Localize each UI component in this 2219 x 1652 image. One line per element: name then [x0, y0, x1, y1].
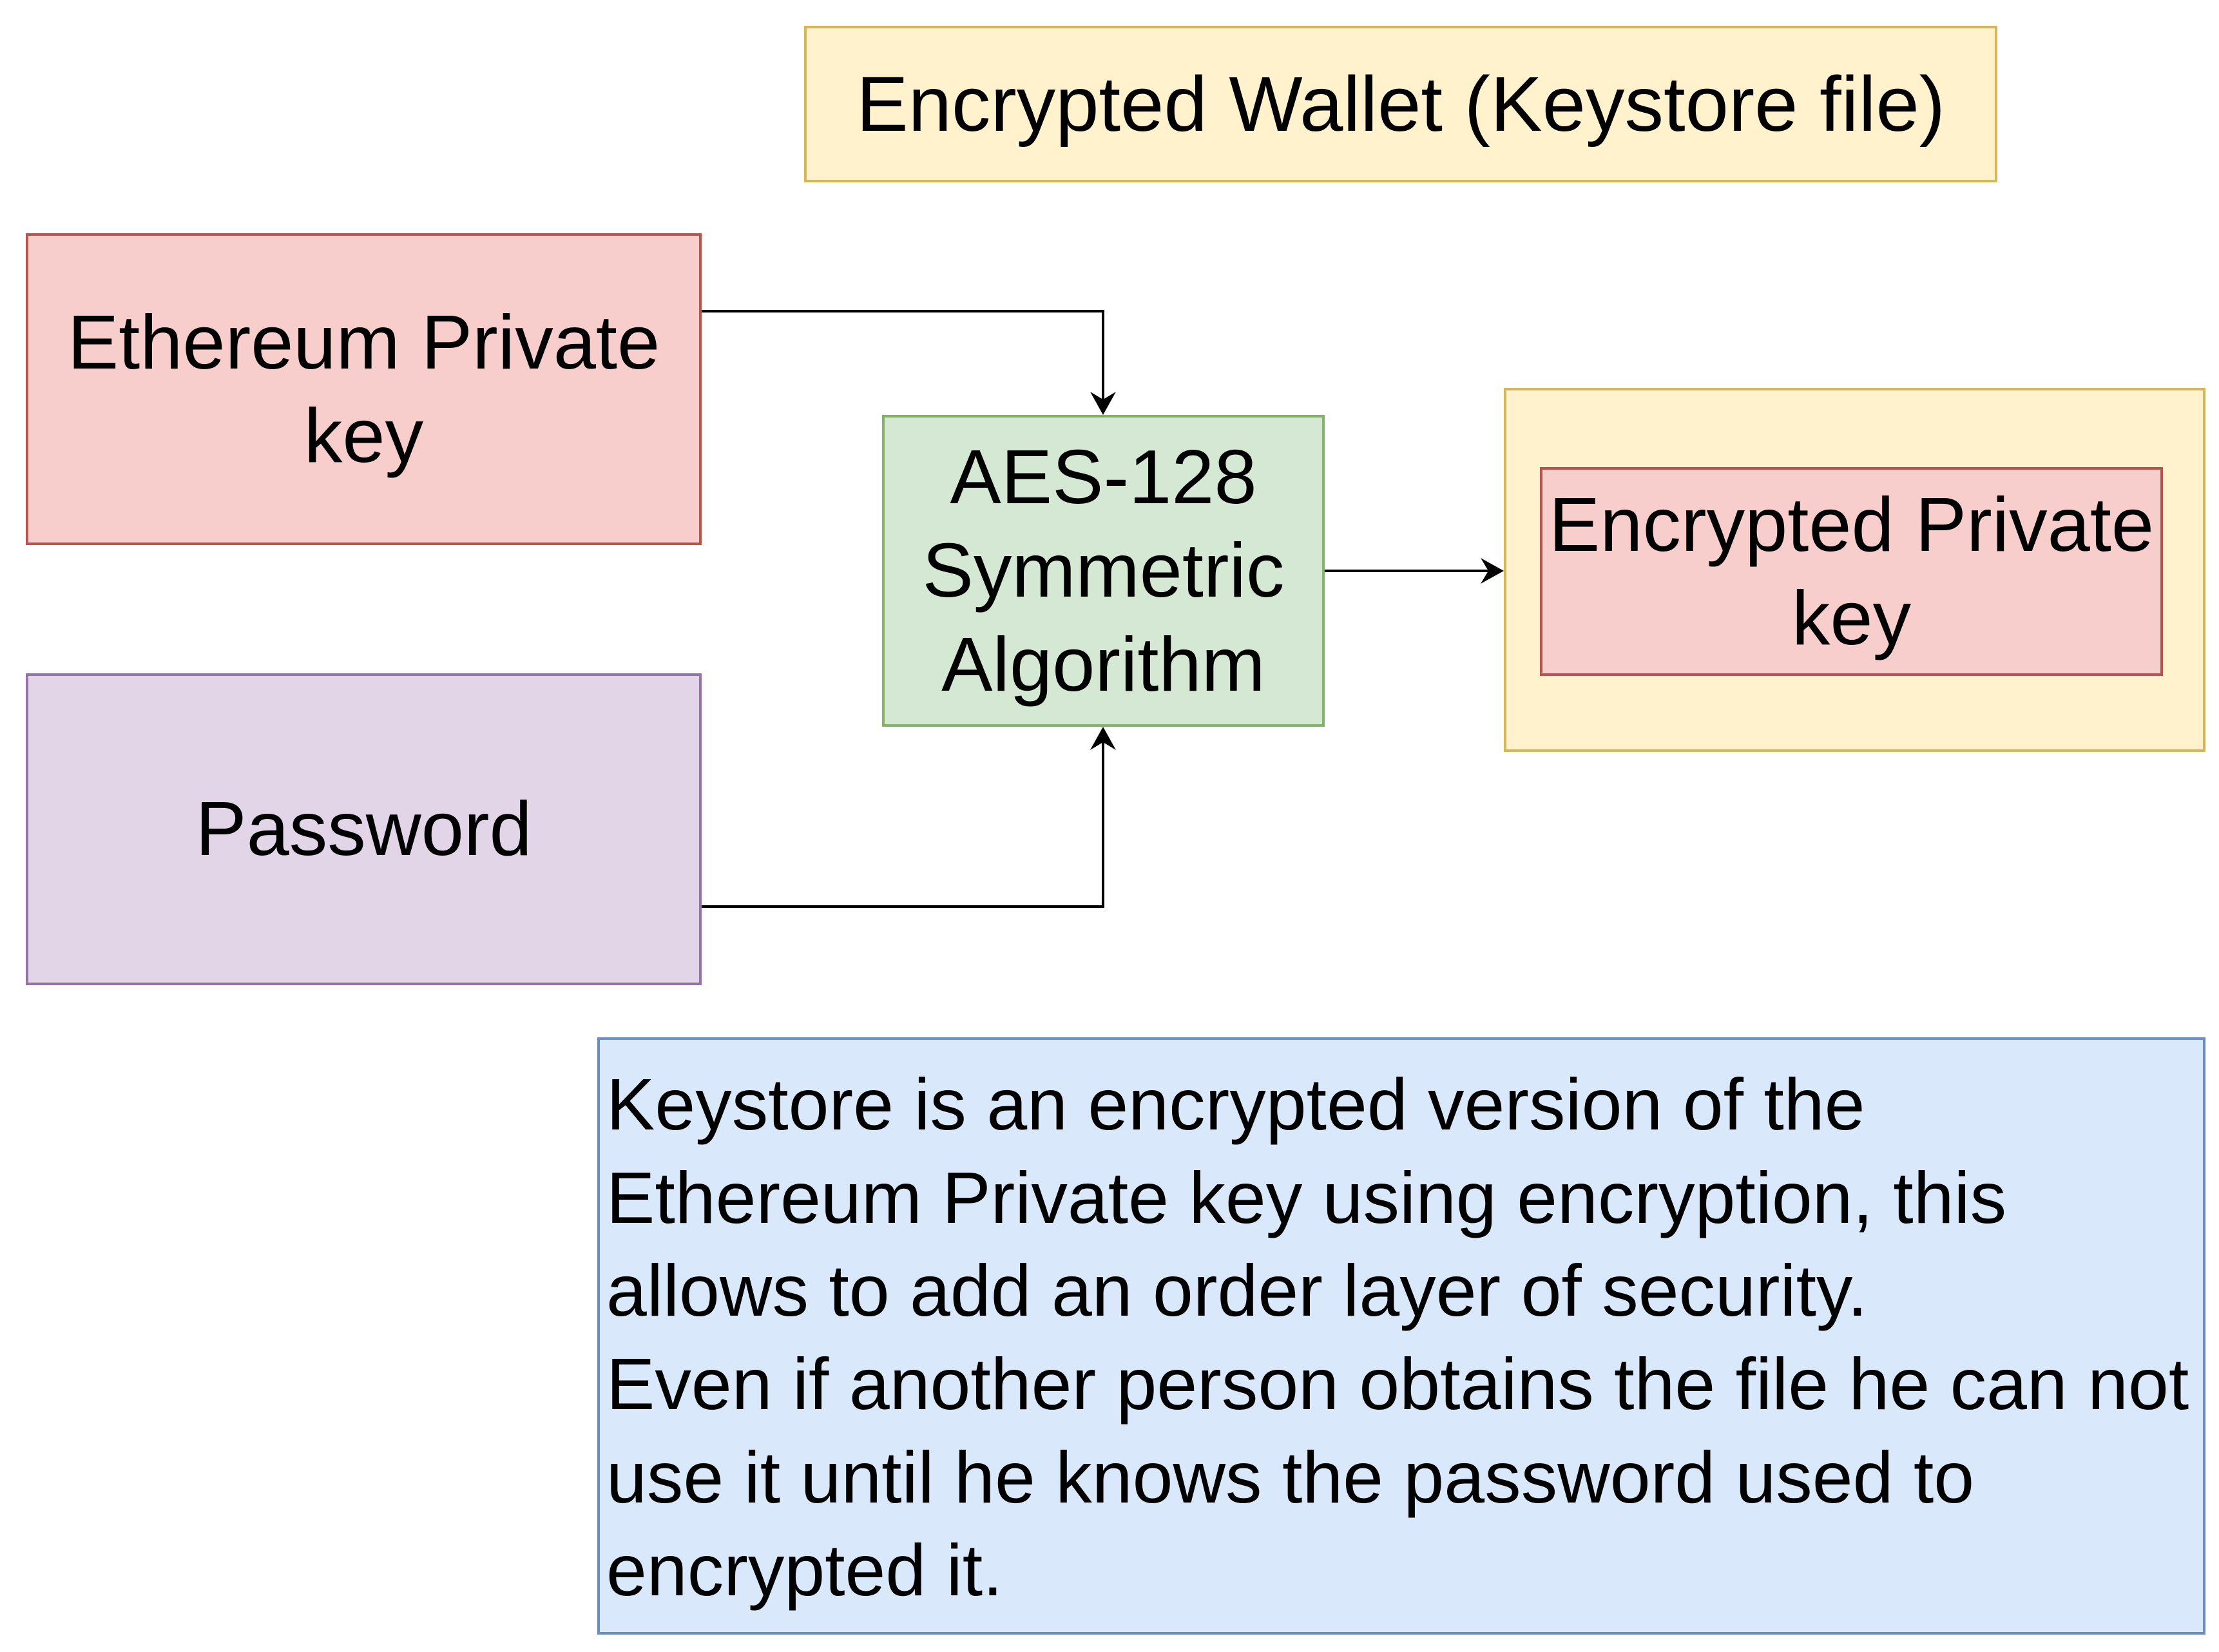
edge-private-key-to-aes: [702, 310, 1104, 401]
ethereum-private-key-box: Ethereum Private key: [26, 233, 702, 545]
aes-algorithm-box: AES-128 Symmetric Algorithm: [882, 415, 1325, 727]
explanation-paragraph-1: Keystore is an encrypted version of the …: [606, 1064, 2007, 1332]
arrowhead-private-key-to-aes: [1090, 392, 1116, 415]
arrowhead-aes-to-keystore: [1481, 558, 1504, 584]
password-label: Password: [195, 786, 532, 872]
explanation-note: Keystore is an encrypted version of the …: [597, 1037, 2205, 1635]
edge-password-to-aes: [702, 741, 1104, 908]
encrypted-private-key-line-1: Encrypted Private: [1548, 481, 2155, 568]
encrypted-private-key-box: Encrypted Private key: [1540, 467, 2163, 676]
aes-algorithm-label: AES-128 Symmetric Algorithm: [923, 430, 1285, 711]
wallet-title-label: Encrypted Wallet (Keystore file): [856, 59, 1946, 148]
explanation-paragraph-2: Even if another person obtains the file …: [606, 1343, 2189, 1611]
aes-line-2: Symmetric: [922, 528, 1285, 614]
ethereum-private-key-label: Ethereum Private key: [68, 296, 660, 483]
aes-line-1: AES-128: [950, 434, 1257, 521]
arrowhead-password-to-aes: [1090, 727, 1116, 750]
password-box: Password: [26, 673, 702, 985]
explanation-text: Keystore is an encrypted version of the …: [606, 1058, 2196, 1617]
ethereum-private-key-line-2: key: [303, 393, 424, 479]
wallet-title-box: Encrypted Wallet (Keystore file): [804, 26, 1997, 182]
encrypted-private-key-label: Encrypted Private key: [1549, 478, 2154, 665]
aes-line-3: Algorithm: [941, 621, 1265, 707]
ethereum-private-key-line-1: Ethereum Private: [67, 299, 660, 385]
encrypted-private-key-line-2: key: [1791, 575, 1912, 661]
